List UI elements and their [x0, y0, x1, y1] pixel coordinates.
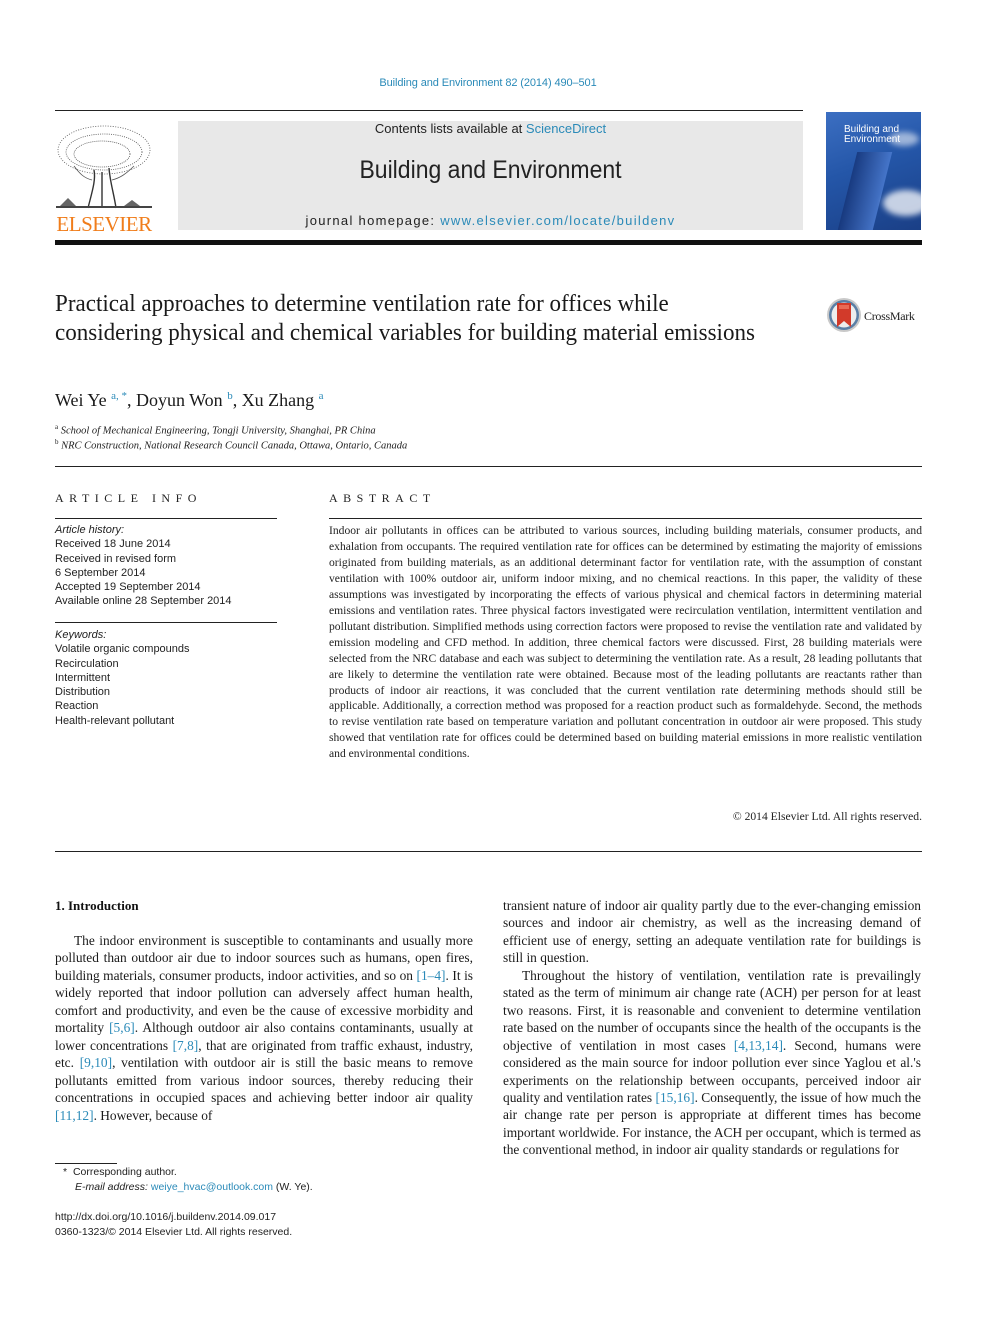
author-name[interactable]: Doyun Won: [136, 390, 223, 410]
article-title: Practical approaches to determine ventil…: [55, 291, 755, 346]
affiliation-text: NRC Construction, National Research Coun…: [61, 440, 408, 452]
body-text: . However, because of: [93, 1107, 213, 1123]
affiliation-mark: b: [55, 438, 59, 446]
sciencedirect-link[interactable]: ScienceDirect: [526, 121, 606, 136]
journal-title: Building and Environment: [359, 156, 622, 184]
crossmark-icon[interactable]: [826, 297, 862, 333]
body-column-right: transient nature of indoor air quality p…: [503, 897, 921, 1159]
journal-citation-link[interactable]: Building and Environment 82 (2014) 490–5…: [0, 77, 976, 89]
affiliation: b NRC Construction, National Research Co…: [55, 438, 407, 452]
header-thick-rule: [55, 240, 922, 245]
cover-title: Building and Environment: [844, 125, 900, 145]
cover-building-graphic: [834, 152, 893, 230]
article-history-label: Article history:: [55, 524, 125, 536]
contents-prefix: Contents lists available at: [374, 121, 526, 136]
author-affiliation-mark[interactable]: a, *: [111, 390, 127, 402]
history-entry: Accepted 19 September 2014: [55, 581, 201, 594]
keyword: Distribution: [55, 686, 111, 699]
contents-available-line: Contents lists available at ScienceDirec…: [178, 121, 803, 136]
citation-link[interactable]: [4,13,14]: [734, 1038, 783, 1053]
header-rule: [55, 110, 803, 111]
abstract-text: Indoor air pollutants in offices can be …: [329, 524, 922, 761]
footnote-text: Corresponding author.: [72, 1166, 177, 1178]
homepage-prefix: journal homepage:: [305, 213, 441, 228]
issn-copyright: 0360-1323/© 2014 Elsevier Ltd. All right…: [55, 1226, 293, 1238]
paragraph: The indoor environment is susceptible to…: [55, 932, 473, 1124]
history-entry: Available online 28 September 2014: [55, 595, 232, 608]
abstract-copyright: © 2014 Elsevier Ltd. All rights reserved…: [732, 810, 922, 823]
keywords-rule: [55, 622, 277, 623]
email-suffix: (W. Ye).: [273, 1181, 313, 1193]
cover-title-line: Environment: [844, 134, 901, 145]
author-name[interactable]: Wei Ye: [55, 390, 107, 410]
keyword: Volatile organic compounds: [55, 643, 190, 656]
keyword: Health-relevant pollutant: [55, 714, 175, 727]
keyword: Recirculation: [55, 657, 119, 670]
crossmark-label[interactable]: CrossMark: [864, 309, 915, 324]
affiliation: a School of Mechanical Engineering, Tong…: [55, 423, 376, 437]
keywords-label: Keywords:: [55, 629, 107, 641]
article-info-heading: ARTICLE INFO: [55, 491, 202, 505]
keyword: Intermittent: [55, 671, 111, 684]
author-list: Wei Ye a, *, Doyun Won b, Xu Zhang a: [55, 390, 324, 410]
body-column-left: The indoor environment is susceptible to…: [55, 932, 473, 1124]
journal-homepage-line: journal homepage: www.elsevier.com/locat…: [178, 213, 803, 228]
citation-link[interactable]: [5,6]: [109, 1020, 135, 1035]
footnote-rule: [55, 1163, 117, 1164]
elsevier-wordmark: ELSEVIER: [56, 212, 152, 236]
body-text: The indoor environment is susceptible to…: [55, 933, 473, 983]
paragraph: Throughout the history of ventilation, v…: [503, 967, 921, 1159]
abstract-rule: [329, 518, 922, 519]
section-heading-introduction: 1. Introduction: [55, 898, 139, 913]
corresponding-author-note: * Corresponding author.: [63, 1166, 177, 1178]
history-entry: 6 September 2014: [55, 566, 146, 579]
article-history: Article history: Received 18 June 2014 R…: [55, 523, 232, 609]
affiliation-mark: a: [55, 423, 59, 431]
citation-link[interactable]: [15,16]: [656, 1090, 695, 1105]
paragraph: transient nature of indoor air quality p…: [503, 898, 921, 966]
body-text: , ventilation with outdoor air is still …: [55, 1055, 474, 1106]
journal-cover-image: Building and Environment: [826, 112, 921, 230]
keyword: Reaction: [55, 700, 99, 713]
affiliation-text: School of Mechanical Engineering, Tongji…: [60, 425, 376, 437]
citation-link[interactable]: [7,8]: [173, 1038, 199, 1053]
citation-link[interactable]: [9,10]: [80, 1055, 112, 1070]
citation-link[interactable]: [1–4]: [417, 968, 446, 983]
footnote-mark: *: [63, 1166, 68, 1178]
doi-link[interactable]: http://dx.doi.org/10.1016/j.buildenv.201…: [55, 1211, 276, 1223]
history-entry: Received 18 June 2014: [55, 538, 171, 551]
homepage-link[interactable]: www.elsevier.com/locate/buildenv: [440, 213, 675, 228]
abstract-end-rule: [55, 851, 922, 852]
email-label: E-mail address:: [75, 1181, 148, 1193]
citation-link[interactable]: [11,12]: [55, 1108, 94, 1123]
author-name[interactable]: Xu Zhang: [242, 390, 314, 410]
keywords: Keywords: Volatile organic compounds Rec…: [55, 628, 190, 728]
cover-cloud-graphic: [883, 190, 921, 216]
author-affiliation-mark[interactable]: b: [227, 390, 233, 402]
email-link[interactable]: weiye_hvac@outlook.com: [151, 1181, 273, 1193]
abstract-heading: ABSTRACT: [329, 491, 436, 505]
email-note: E-mail address: weiye_hvac@outlook.com (…: [75, 1181, 313, 1193]
article-info-rule: [55, 518, 277, 519]
section-rule: [55, 466, 922, 467]
author-affiliation-mark[interactable]: a: [319, 390, 324, 402]
history-entry: Received in revised form: [55, 552, 177, 565]
